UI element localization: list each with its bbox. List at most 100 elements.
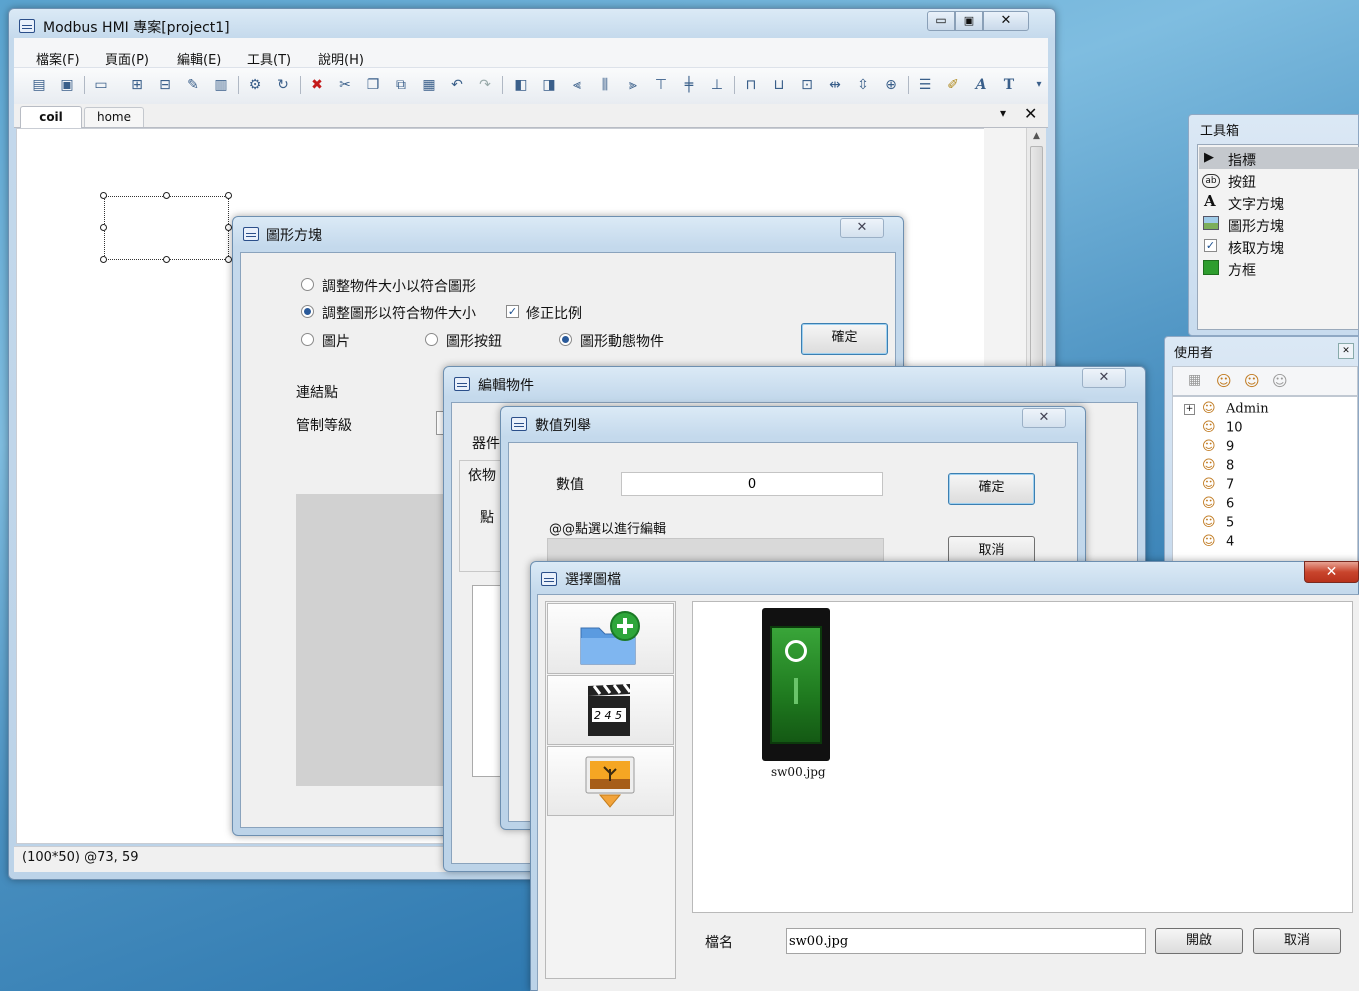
open-button[interactable]: 開啟	[1155, 928, 1243, 954]
scroll-up-icon[interactable]: ▲	[1027, 128, 1046, 144]
toolbox-item-picturebox[interactable]: 圖形方塊	[1228, 216, 1284, 236]
radio-graphic-dynamic[interactable]	[559, 333, 572, 346]
bring-front-icon[interactable]: ◧	[512, 76, 530, 94]
duplicate-icon[interactable]: ⧉	[392, 76, 410, 94]
resize-handle[interactable]	[163, 256, 170, 263]
dialog-icon	[541, 572, 557, 586]
toolbox-item-textbox[interactable]: 文字方塊	[1228, 194, 1284, 214]
menu-help[interactable]: 說明(H)	[318, 49, 364, 68]
user-item[interactable]: ☺ 7	[1202, 477, 1234, 493]
expand-icon[interactable]: +	[1184, 404, 1195, 415]
graphic-box-ok-button[interactable]: 確定	[801, 323, 888, 355]
graphic-box-close-button[interactable]: ✕	[840, 218, 884, 238]
edit-page-icon[interactable]: ✎	[184, 76, 202, 94]
radio-resize-object[interactable]	[301, 278, 314, 291]
value-list-grid[interactable]	[547, 538, 884, 562]
user-item[interactable]: ☺ 6	[1202, 496, 1234, 512]
user-label: 9	[1226, 439, 1235, 455]
redo-icon[interactable]: ↷	[476, 76, 494, 94]
h-spacing-icon[interactable]: ⇹	[826, 76, 844, 94]
copy-icon[interactable]: ❐	[364, 76, 382, 94]
center-icon[interactable]: ⊕	[882, 76, 900, 94]
new-icon[interactable]: ▤	[30, 76, 48, 94]
resize-handle[interactable]	[100, 192, 107, 199]
text-tool-icon[interactable]: T	[1000, 76, 1018, 94]
select-image-close-button[interactable]: ✕	[1304, 561, 1359, 583]
add-page-icon[interactable]: ⊞	[128, 76, 146, 94]
layers-icon[interactable]: ☰	[916, 76, 934, 94]
align-top-icon[interactable]: ⊤	[652, 76, 670, 94]
align-middle-icon[interactable]: ╪	[680, 76, 698, 94]
same-size-icon[interactable]: ⊡	[798, 76, 816, 94]
user-item[interactable]: ☺ 10	[1202, 420, 1243, 436]
radio-picture[interactable]	[301, 333, 314, 346]
tag-icon[interactable]: ✐	[944, 76, 962, 94]
toolbox-item-pointer[interactable]: 指標	[1228, 150, 1256, 170]
tab-home[interactable]: home	[84, 107, 144, 127]
page-icon[interactable]: ▭	[92, 76, 110, 94]
edit-user-icon[interactable]: ☺	[1272, 372, 1288, 390]
delete-icon[interactable]: ✖	[308, 76, 326, 94]
delete-page-icon[interactable]: ⊟	[156, 76, 174, 94]
menu-page[interactable]: 頁面(P)	[105, 49, 149, 68]
tab-list-dropdown-icon[interactable]: ▾	[1000, 106, 1006, 120]
align-center-icon[interactable]: ⫼	[596, 76, 614, 94]
resize-handle[interactable]	[163, 192, 170, 199]
checkbox-keep-ratio[interactable]: ✓	[506, 305, 519, 318]
value-list-close-button[interactable]: ✕	[1022, 408, 1066, 428]
window-icon[interactable]: ▥	[212, 76, 230, 94]
font-icon[interactable]: A	[972, 76, 990, 94]
resize-handle[interactable]	[225, 256, 232, 263]
users-close-icon[interactable]: ✕	[1338, 343, 1354, 359]
file-thumbnail-sw00[interactable]	[762, 608, 830, 761]
align-left-icon[interactable]: ⫷	[568, 76, 586, 94]
maximize-button[interactable]: ▣	[955, 11, 983, 31]
toolbar-overflow-icon[interactable]: ▾	[1030, 76, 1048, 94]
same-width-icon[interactable]: ⊓	[742, 76, 760, 94]
filename-input[interactable]	[786, 928, 1146, 954]
menu-tools[interactable]: 工具(T)	[247, 49, 291, 68]
toolbox-item-checkbox[interactable]: 核取方塊	[1228, 238, 1284, 258]
undo-icon[interactable]: ↶	[448, 76, 466, 94]
edit-object-close-button[interactable]: ✕	[1082, 368, 1126, 388]
cut-icon[interactable]: ✂	[336, 76, 354, 94]
close-button[interactable]: ✕	[983, 11, 1029, 31]
menu-file[interactable]: 檔案(F)	[36, 49, 80, 68]
toolbox-item-frame[interactable]: 方框	[1228, 260, 1256, 280]
user-item[interactable]: ☺ 5	[1202, 515, 1234, 531]
save-icon[interactable]: ▣	[58, 76, 76, 94]
remove-user-icon[interactable]: ☺	[1244, 372, 1260, 390]
tab-coil[interactable]: coil	[20, 106, 82, 128]
radio-resize-image[interactable]	[301, 305, 314, 318]
value-input[interactable]	[621, 472, 883, 496]
pointer-icon: ▶	[1204, 150, 1214, 165]
toolbox-item-button[interactable]: 按鈕	[1228, 172, 1256, 192]
resize-handle[interactable]	[100, 224, 107, 231]
close-tab-icon[interactable]: ✕	[1024, 104, 1037, 123]
value-list-ok-button[interactable]: 確定	[948, 473, 1035, 505]
resize-handle[interactable]	[225, 224, 232, 231]
resize-handle[interactable]	[100, 256, 107, 263]
user-group-icon[interactable]: ▦	[1188, 372, 1201, 388]
same-height-icon[interactable]: ⊔	[770, 76, 788, 94]
minimize-button[interactable]: ▭	[927, 11, 955, 31]
menu-edit[interactable]: 編輯(E)	[177, 49, 221, 68]
send-back-icon[interactable]: ◨	[540, 76, 558, 94]
resize-handle[interactable]	[225, 192, 232, 199]
align-right-icon[interactable]: ⫸	[624, 76, 642, 94]
users-tree	[1172, 396, 1358, 562]
user-item[interactable]: ☺ 9	[1202, 439, 1234, 455]
add-user-icon[interactable]: ☺	[1216, 372, 1232, 390]
paste-icon[interactable]: ▦	[420, 76, 438, 94]
settings-icon[interactable]: ⚙	[246, 76, 264, 94]
user-item-admin[interactable]: ☺ Admin	[1202, 401, 1269, 417]
select-image-cancel-button[interactable]: 取消	[1253, 928, 1341, 954]
radio-graphic-button[interactable]	[425, 333, 438, 346]
user-item[interactable]: ☺ 8	[1202, 458, 1234, 474]
user-item[interactable]: ☺ 4	[1202, 534, 1234, 550]
selected-object[interactable]	[104, 196, 229, 260]
tab-coil-label: coil	[39, 110, 63, 124]
v-spacing-icon[interactable]: ⇳	[854, 76, 872, 94]
align-bottom-icon[interactable]: ⊥	[708, 76, 726, 94]
refresh-icon[interactable]: ↻	[274, 76, 292, 94]
